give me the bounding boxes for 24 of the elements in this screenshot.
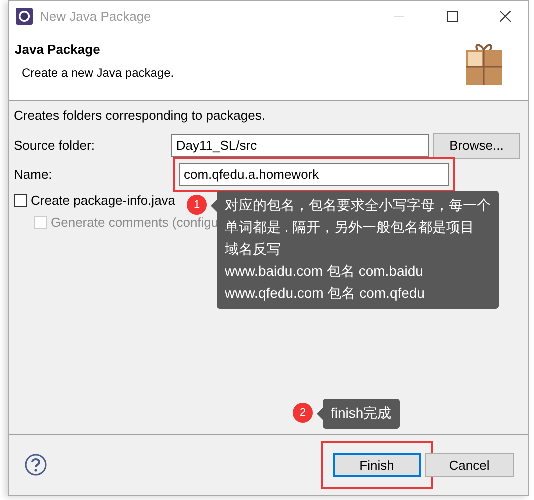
package-icon: [464, 42, 504, 86]
maximize-icon[interactable]: [446, 11, 458, 22]
callout-pointer: [211, 200, 217, 212]
help-icon[interactable]: [25, 454, 47, 476]
text-field[interactable]: Day11_SL/src: [171, 134, 430, 157]
step-number: 1: [187, 195, 207, 215]
cancel-button[interactable]: Cancel: [425, 453, 514, 477]
step-number: 2: [293, 403, 313, 423]
app-icon: [16, 8, 33, 25]
checkbox-label: Create package-info.java: [31, 192, 176, 208]
description-text: Creates folders corresponding to packages.: [14, 108, 266, 123]
checkbox[interactable]: [14, 194, 27, 206]
page-subtitle: Create a new Java package.: [21, 66, 176, 80]
finish-button[interactable]: Finish: [333, 453, 421, 477]
callout-text: finish完成: [323, 399, 400, 429]
field-label: Source folder:: [14, 138, 96, 153]
page-title: Java Package: [15, 42, 102, 57]
close-icon[interactable]: [500, 11, 510, 22]
checkbox-label: Generate comments (configu: [51, 214, 219, 230]
field-label: Name:: [14, 167, 54, 182]
callout-pointer: [317, 408, 323, 420]
callout-text: 对应的包名，包名要求全小写字母，每一个 单词都是 . 隔开，另外一般包名都是项目 域名反写 www.baidu.com 包名 com.baidu www.qfedu.com 包名 com.qfedu: [217, 191, 499, 309]
window-title: New Java Package: [40, 9, 152, 24]
browse-button[interactable]: Browse...: [433, 132, 520, 158]
